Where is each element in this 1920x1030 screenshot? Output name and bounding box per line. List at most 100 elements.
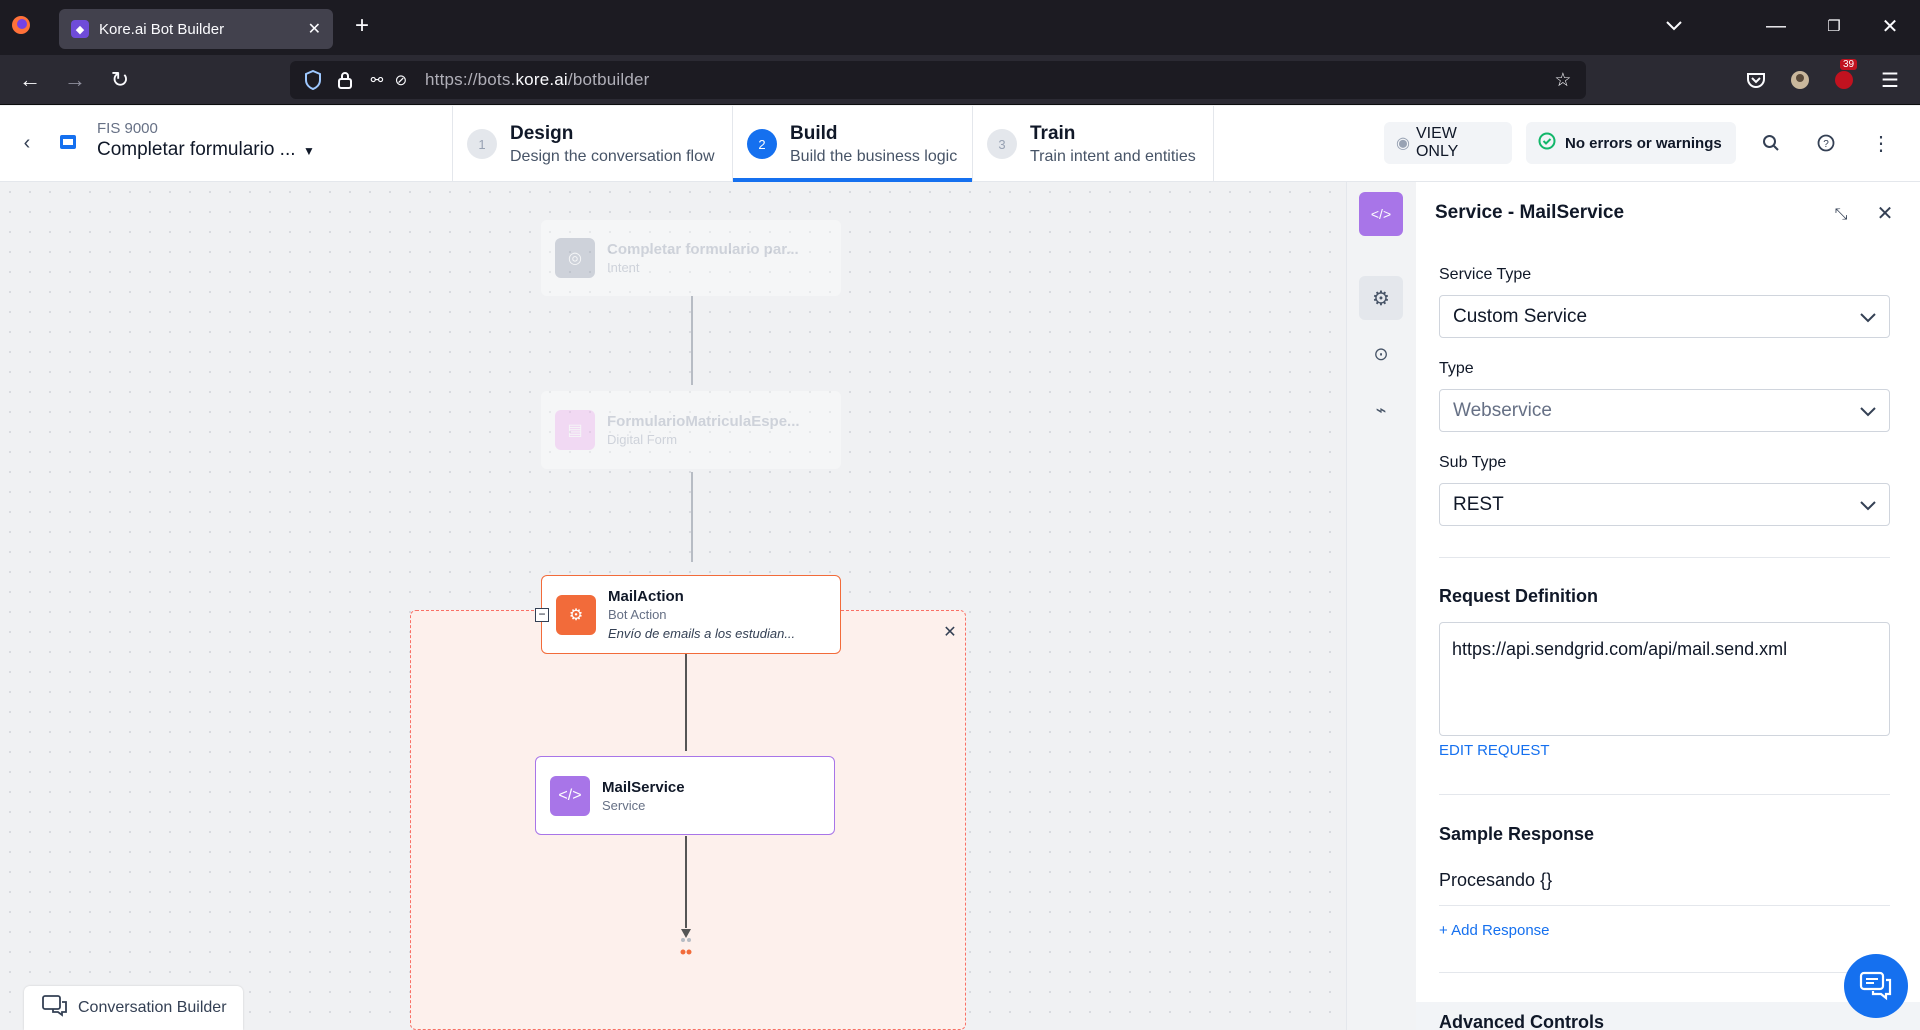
step-number: 3 [987,129,1017,159]
type-label: Type [1439,360,1474,377]
step-title: Build [790,122,838,144]
bot-name-block[interactable]: FIS 9000 Completar formulario ... [97,120,296,161]
type-select[interactable]: Webservice [1439,389,1890,432]
url-path: /botbuilder [567,70,650,89]
search-icon[interactable] [1760,132,1782,154]
connector [685,654,687,751]
service-node[interactable]: </> MailService Service [535,756,835,835]
firefox-icon[interactable] [10,14,32,36]
node-title: FormularioMatriculaEspe... [607,413,800,430]
back-icon[interactable]: ← [18,67,42,92]
forward-icon[interactable]: → [63,67,87,92]
node-subtitle: Digital Form [607,432,678,447]
collapse-icon[interactable]: − [535,608,549,622]
sample-response-heading: Sample Response [1439,824,1595,844]
account-avatar-icon[interactable] [1788,68,1812,92]
gear-icon[interactable]: ⚙ [1359,276,1403,320]
minimize-icon[interactable]: — [1764,14,1788,38]
url-bar[interactable]: ⚯ ⊘ https://bots. kore.ai/botbuilder ☆ [290,61,1586,99]
chevron-down-icon [1860,501,1876,511]
browser-nav-bar: ← → ↻ ⚯ ⊘ https://bots. kore.ai/botbuilde… [0,55,1920,105]
sample-response-item[interactable]: Procesando {} [1439,870,1890,906]
bot-action-node[interactable]: − ⚙ MailAction Bot Action Envío de emails … [535,575,841,654]
view-only-label: VIEW ONLY [1415,125,1459,160]
request-definition-heading: Request Definition [1439,586,1599,606]
step-build[interactable]: 2 Build Build the business logic [732,106,972,182]
restore-icon[interactable]: ❐ [1822,14,1846,38]
subtype-select[interactable]: REST [1439,483,1890,526]
tab-close-icon[interactable]: ✕ [308,19,321,39]
divider [1439,794,1890,795]
chat-support-button[interactable] [1844,954,1908,1018]
new-tab-icon[interactable]: + [350,12,374,39]
step-train[interactable]: 3 Train Train intent and entities [972,106,1214,182]
extension-badge: 39 [1840,59,1858,70]
caret-down-icon[interactable]: ▼ [302,144,316,158]
close-panel-icon[interactable]: ✕ [1874,202,1896,225]
step-title: Design [510,122,574,144]
request-url-textarea[interactable]: https://api.sendgrid.com/api/mail.send.x… [1439,622,1890,736]
step-number: 1 [467,129,497,159]
digital-form-node[interactable]: ▤ FormularioMatriculaEspe... Digital Form [541,391,841,469]
node-title: MailService [602,778,685,796]
type-value: Webservice [1453,399,1552,421]
step-subtitle: Build the business logic [790,147,958,165]
tracking-icon[interactable]: ⊘ [390,69,412,91]
conversation-builder-button[interactable]: Conversation Builder [24,986,243,1030]
view-only-badge: ◉ VIEW ONLY [1384,122,1512,164]
service-properties-panel: Service - MailService ⤡ ✕ Service Type C… [1416,182,1920,1030]
menu-icon[interactable]: ☰ [1878,68,1902,92]
flow-canvas[interactable]: ✕ ◎ Completar formulario par... Intent ▤ … [0,182,1346,1030]
close-window-icon[interactable]: ✕ [1878,14,1902,38]
status-badge[interactable]: No errors or warnings [1526,122,1736,164]
service-type-label: Service Type [1439,266,1532,283]
close-group-icon[interactable]: ✕ [941,623,959,641]
permissions-icon[interactable]: ⚯ [366,69,388,91]
lock-icon[interactable] [334,69,356,91]
step-design[interactable]: 1 Design Design the conversation flow [452,106,732,182]
advanced-controls-section[interactable]: Advanced Controls [1416,1002,1920,1030]
browser-tab[interactable]: ◆ Kore.ai Bot Builder ✕ [59,9,333,49]
browser-tab-bar: ◆ Kore.ai Bot Builder ✕ + — ❐ ✕ [0,0,1920,55]
list-tabs-icon[interactable] [1662,14,1686,38]
node-title: MailAction [608,588,684,605]
add-response-link[interactable]: + Add Response [1439,922,1550,939]
shield-icon[interactable] [302,69,324,91]
help-icon[interactable]: ? [1815,132,1837,154]
bookmark-star-icon[interactable]: ☆ [1552,69,1574,91]
check-circle-icon [1538,132,1556,154]
url-prefix: https://bots. [425,70,516,89]
pocket-icon[interactable] [1744,68,1768,92]
connector [691,472,693,562]
divider [1439,972,1890,973]
bot-label: FIS 9000 [97,120,158,137]
back-arrow-icon[interactable]: ‹ [16,132,38,154]
node-subtitle: Service [602,797,646,813]
panel-title: Service - MailService [1435,202,1625,223]
edit-request-link[interactable]: EDIT REQUEST [1439,742,1550,759]
more-options-icon[interactable]: ⋮ [1870,132,1892,155]
collapse-panel-icon[interactable]: ⤡ [1830,204,1852,226]
extension-icon[interactable] [1832,68,1856,92]
connector [691,296,693,385]
reload-icon[interactable]: ↻ [108,67,132,92]
add-node-icon[interactable] [677,934,695,958]
target-icon[interactable]: ⊙ [1359,332,1403,376]
plug-icon[interactable]: ⌁ [1359,388,1403,432]
advanced-controls-heading: Advanced Controls [1439,1012,1605,1030]
step-title: Train [1030,122,1076,144]
step-subtitle: Design the conversation flow [510,147,715,165]
step-number: 2 [747,129,777,159]
step-subtitle: Train intent and entities [1030,147,1196,165]
code-icon[interactable]: </> [1359,192,1403,236]
code-icon: </> [550,775,590,816]
divider [1439,557,1890,558]
service-type-select[interactable]: Custom Service [1439,295,1890,338]
chat-icon [1859,971,1892,1001]
eye-icon: ◉ [1396,135,1410,152]
chat-bubbles-icon [42,994,68,1022]
node-subtitle: Bot Action [608,607,667,622]
subtype-value: REST [1453,493,1504,515]
intent-node[interactable]: ◎ Completar formulario par... Intent [541,220,841,296]
dialog-task-icon [58,132,78,152]
